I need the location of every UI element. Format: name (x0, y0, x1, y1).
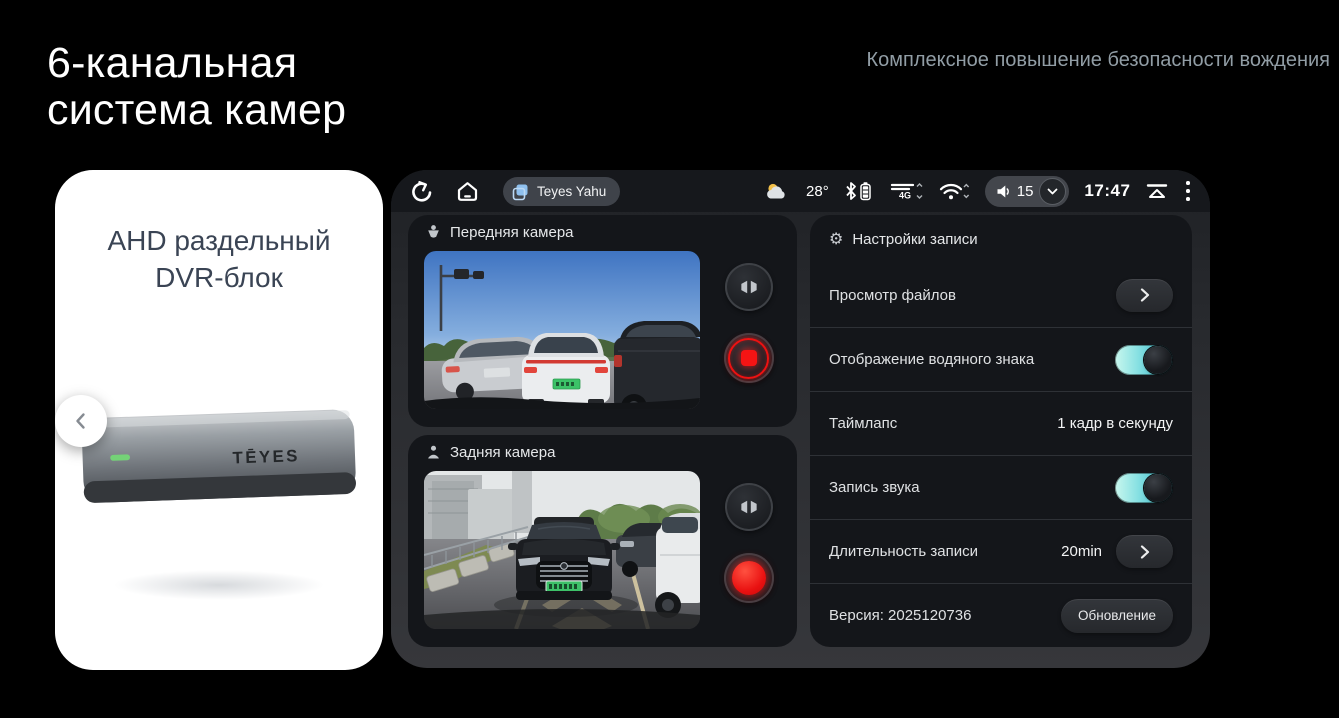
page-title-line2: система камер (47, 87, 346, 134)
timelapse-value: 1 кадр в секунду (1057, 415, 1173, 432)
settings-row-file-browser: Просмотр файлов (810, 263, 1192, 327)
version-label: Версия: 2025120736 (829, 607, 971, 624)
more-menu-button[interactable] (1184, 179, 1192, 203)
settings-title: Настройки записи (852, 231, 977, 248)
page: 6-канальная система камер Комплексное по… (0, 0, 1339, 718)
front-camera-title: Передняя камера (450, 224, 574, 241)
duration-value: 20min (1061, 543, 1102, 560)
volume-expand-button[interactable] (1039, 178, 1066, 205)
row-label: Таймлапс (829, 415, 897, 432)
menu-dot (1186, 181, 1190, 185)
file-browser-open-button[interactable] (1116, 279, 1173, 312)
product-title-line2: DVR-блок (55, 259, 383, 296)
collapse-panel-button[interactable] (1145, 182, 1169, 200)
record-icon (732, 561, 766, 595)
chevron-down-icon (1047, 188, 1058, 195)
rear-camera-controls (700, 471, 797, 603)
settings-row-audio: Запись звука (810, 455, 1192, 519)
update-button[interactable]: Обновление (1061, 599, 1173, 633)
settings-row-duration: Длительность записи 20min (810, 519, 1192, 583)
app-chip[interactable]: Teyes Yahu (503, 177, 620, 206)
duration-open-button[interactable] (1116, 535, 1173, 568)
front-camera-feed[interactable] (424, 251, 700, 409)
record-stop-icon (728, 338, 769, 379)
wifi-icon (938, 181, 970, 201)
chevron-right-icon (1140, 288, 1150, 302)
flip-camera-icon (738, 498, 760, 516)
volume-pill[interactable]: 15 (985, 176, 1070, 207)
home-icon (456, 181, 479, 202)
audio-record-toggle[interactable] (1115, 473, 1173, 503)
front-camera-card: Передняя камера (408, 215, 797, 427)
toggle-knob (1144, 474, 1172, 502)
chevron-left-icon (71, 411, 91, 431)
rear-camera-card: Задняя камера (408, 435, 797, 647)
temperature-label: 28° (806, 183, 829, 200)
volume-level: 15 (1017, 183, 1034, 200)
weather-icon (764, 181, 791, 201)
prev-slide-button[interactable] (55, 395, 107, 447)
watermark-toggle[interactable] (1115, 345, 1173, 375)
front-camera-icon (425, 224, 442, 241)
page-title-line1: 6-канальная (47, 40, 346, 87)
app-switcher-icon (511, 182, 530, 201)
row-label: Длительность записи (829, 543, 978, 560)
page-tagline: Комплексное повышение безопасности вожде… (867, 49, 1331, 72)
collapse-icon (1145, 182, 1169, 200)
back-button[interactable] (409, 181, 432, 202)
flip-camera-icon (738, 278, 760, 296)
device-shadow (113, 570, 325, 600)
gear-icon: ⚙ (829, 231, 843, 247)
rear-camera-title: Задняя камера (450, 444, 555, 461)
menu-dot (1186, 189, 1190, 193)
settings-row-timelapse: Таймлапс 1 кадр в секунду (810, 391, 1192, 455)
head-unit-screen: Teyes Yahu 28° 4G (391, 170, 1210, 668)
settings-row-version: Версия: 2025120736 Обновление (810, 583, 1192, 647)
mobile-signal-4g-icon: 4G (889, 181, 923, 201)
front-camera-controls (700, 251, 797, 383)
front-camera-record-button[interactable] (724, 333, 774, 383)
settings-row-watermark: Отображение водяного знака (810, 327, 1192, 391)
page-title: 6-канальная система камер (47, 40, 346, 134)
status-bar: Teyes Yahu 28° 4G (391, 170, 1210, 212)
rear-camera-icon (425, 444, 442, 461)
product-title-line1: AHD раздельный (55, 222, 383, 259)
rear-camera-record-button[interactable] (724, 553, 774, 603)
menu-dot (1186, 197, 1190, 201)
row-label: Просмотр файлов (829, 287, 956, 304)
back-icon (409, 181, 432, 202)
settings-header: ⚙ Настройки записи (810, 215, 1192, 263)
front-camera-header: Передняя камера (425, 224, 574, 241)
row-label: Запись звука (829, 479, 920, 496)
network-type-label: 4G (899, 191, 911, 201)
dvr-device-image: TĒYES (71, 388, 367, 538)
app-chip-label: Teyes Yahu (537, 184, 606, 199)
rear-camera-header: Задняя камера (425, 444, 555, 461)
row-label: Отображение водяного знака (829, 351, 1034, 368)
record-settings-card: ⚙ Настройки записи Просмотр файлов Отобр… (810, 215, 1192, 647)
toggle-knob (1144, 346, 1172, 374)
bluetooth-battery-icon (844, 181, 874, 201)
front-camera-flip-button[interactable] (725, 263, 773, 311)
clock: 17:47 (1084, 181, 1130, 201)
home-button[interactable] (456, 181, 479, 202)
rear-camera-flip-button[interactable] (725, 483, 773, 531)
product-title: AHD раздельный DVR-блок (55, 222, 383, 296)
rear-camera-feed[interactable] (424, 471, 700, 629)
speaker-icon (996, 184, 1011, 199)
device-led (110, 454, 130, 461)
chevron-right-icon (1140, 545, 1150, 559)
brand-logo: TĒYES (232, 446, 300, 467)
